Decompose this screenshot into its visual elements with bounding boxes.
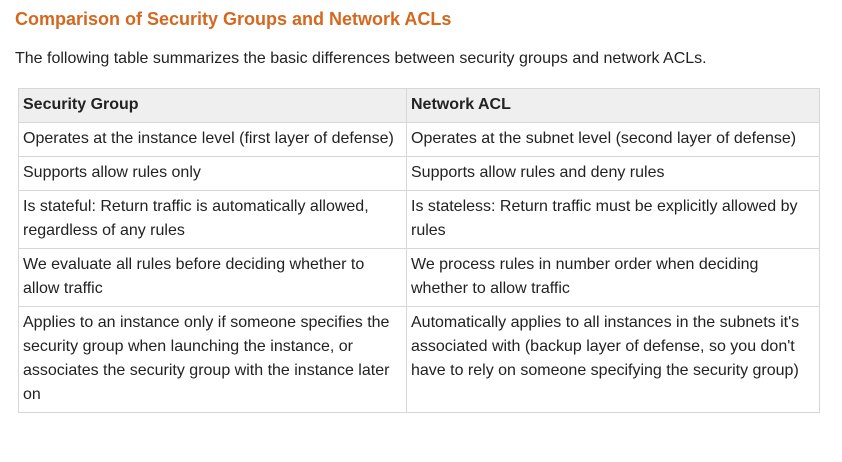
network-acl-cell: Operates at the subnet level (second lay… (406, 122, 820, 157)
table-row: We evaluate all rules before deciding wh… (18, 248, 820, 307)
security-group-cell: Supports allow rules only (18, 156, 407, 191)
document-page: Comparison of Security Groups and Networ… (15, 8, 821, 413)
table-body: Operates at the instance level (first la… (18, 122, 820, 413)
network-acl-cell: We process rules in number order when de… (406, 248, 820, 307)
network-acl-cell: Supports allow rules and deny rules (406, 156, 820, 191)
table-row: Supports allow rules only Supports allow… (18, 156, 820, 191)
header-network-acl: Network ACL (406, 88, 820, 123)
network-acl-cell: Automatically applies to all instances i… (406, 306, 820, 413)
header-row: Security Group Network ACL (18, 88, 820, 123)
intro-paragraph: The following table summarizes the basic… (15, 50, 707, 67)
security-group-cell: We evaluate all rules before deciding wh… (18, 248, 407, 307)
security-group-cell: Is stateful: Return traffic is automatic… (18, 190, 407, 249)
security-group-cell: Operates at the instance level (first la… (18, 122, 407, 157)
table-header: Security Group Network ACL (18, 88, 820, 123)
section-heading: Comparison of Security Groups and Networ… (15, 9, 452, 29)
table-row: Is stateful: Return traffic is automatic… (18, 190, 820, 249)
table-row: Operates at the instance level (first la… (18, 122, 820, 157)
table-row: Applies to an instance only if someone s… (18, 306, 820, 413)
security-group-cell: Applies to an instance only if someone s… (18, 306, 407, 413)
comparison-table: Security Group Network ACL Operates at t… (18, 88, 820, 413)
header-security-group: Security Group (18, 88, 407, 123)
network-acl-cell: Is stateless: Return traffic must be exp… (406, 190, 820, 249)
